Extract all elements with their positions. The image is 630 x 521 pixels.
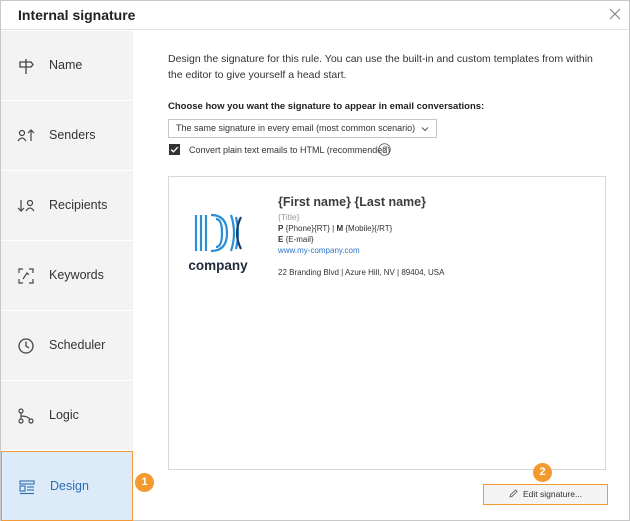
sidebar-item-keywords[interactable]: Keywords [1, 241, 133, 311]
mobile-value: {Mobile}{/RT} [345, 224, 393, 233]
sidebar-item-name[interactable]: Name [1, 31, 133, 101]
conversation-mode-label: Choose how you want the signature to app… [168, 101, 485, 112]
close-icon[interactable] [607, 6, 623, 22]
select-value: The same signature in every email (most … [176, 123, 416, 133]
phone-prefix: P [278, 224, 284, 233]
sidebar-item-label: Keywords [49, 268, 104, 282]
mobile-prefix: M [336, 224, 344, 233]
phone-value: {Phone}{RT} | [285, 224, 335, 233]
sidebar-item-design[interactable]: Design [1, 451, 133, 521]
logo-wordmark: company [188, 258, 248, 273]
senders-icon [17, 129, 35, 142]
logic-icon [18, 408, 34, 424]
signature-address: 22 Branding Blvd | Azure Hill, NV | 8940… [278, 268, 445, 277]
signpost-icon [19, 59, 34, 74]
recipients-icon [17, 199, 35, 212]
company-logo: company [185, 211, 251, 277]
signature-website-link[interactable]: www.my-company.com [278, 246, 444, 255]
sidebar-item-recipients[interactable]: Recipients [1, 171, 133, 241]
email-value: {E-mail} [285, 235, 314, 244]
design-icon [19, 480, 35, 495]
window-title: Internal signature [18, 7, 136, 23]
signature-block: {First name} {Last name} {Title} P {Phon… [278, 195, 444, 277]
signature-preview: company {First name} {Last name} {Title}… [168, 176, 606, 470]
checkmark-icon [170, 146, 179, 153]
signature-title: {Title} [278, 212, 300, 222]
design-panel: Design the signature for this rule. You … [134, 31, 630, 521]
internal-signature-window: Internal signature Name Senders Recipien… [0, 0, 630, 521]
conversation-mode-select[interactable]: The same signature in every email (most … [168, 119, 437, 138]
sidebar-item-logic[interactable]: Logic [1, 381, 133, 451]
chevron-down-icon [421, 127, 429, 132]
signature-email-line: E {E-mail} [278, 235, 444, 244]
svg-text:?: ? [382, 145, 387, 154]
clock-icon [18, 338, 34, 354]
sidebar-item-label: Name [49, 58, 83, 72]
edit-signature-label: Edit signature... [522, 489, 583, 499]
sidebar-item-label: Recipients [49, 198, 108, 212]
pencil-icon [509, 489, 518, 498]
help-icon[interactable]: ? [378, 143, 391, 156]
sidebar-item-label: Senders [49, 128, 96, 142]
design-description: Design the signature for this rule. You … [168, 53, 593, 81]
sidebar-item-senders[interactable]: Senders [1, 101, 133, 171]
sidebar: Name Senders Recipients Keywords Schedul… [1, 31, 133, 521]
email-prefix: E [278, 235, 284, 244]
sidebar-item-scheduler[interactable]: Scheduler [1, 311, 133, 381]
sidebar-item-label: Scheduler [49, 338, 106, 352]
convert-html-checkbox[interactable] [169, 144, 180, 155]
title-bar: Internal signature [1, 1, 629, 30]
step-marker-2: 2 [533, 463, 552, 482]
signature-name: {First name} {Last name} [278, 195, 426, 209]
edit-signature-button[interactable]: Edit signature... [483, 484, 608, 505]
signature-phone-line: P {Phone}{RT} | M {Mobile}{/RT} [278, 224, 444, 233]
keywords-icon [18, 268, 34, 284]
sidebar-item-label: Logic [49, 408, 79, 422]
sidebar-item-label: Design [50, 479, 89, 493]
convert-html-label: Convert plain text emails to HTML (recom… [189, 145, 391, 155]
